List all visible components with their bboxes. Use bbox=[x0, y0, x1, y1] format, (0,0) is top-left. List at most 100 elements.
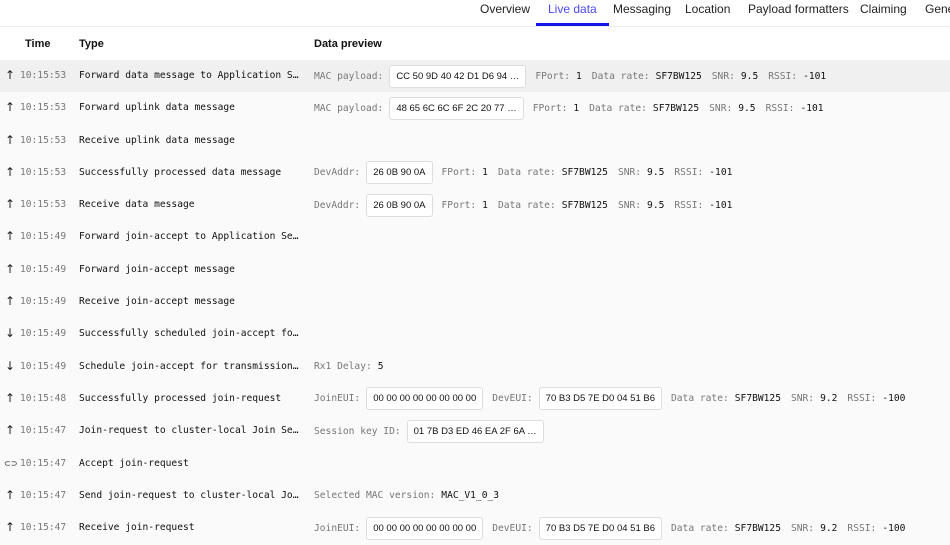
event-type: Forward join-accept to Application Se… bbox=[79, 231, 299, 243]
tab-messaging[interactable]: Messaging bbox=[613, 2, 671, 26]
event-list: ↑ 10:15:53 Forward data message to Appli… bbox=[0, 60, 950, 544]
table-header: Time Type Data preview bbox=[0, 27, 950, 60]
preview-value: -101 bbox=[709, 199, 733, 211]
link-icon: ⊂⊃ bbox=[4, 458, 18, 468]
event-time: 10:15:48 bbox=[20, 392, 67, 404]
arrow-down-icon: ↓ bbox=[5, 358, 16, 373]
column-header-type: Type bbox=[79, 38, 104, 50]
event-row[interactable]: ↑ 10:15:49 Receive join-accept message bbox=[0, 286, 950, 318]
event-time: 10:15:53 bbox=[20, 166, 67, 178]
arrow-up-icon: ↑ bbox=[5, 487, 16, 502]
preview-value-box[interactable]: 01 7B D3 ED 46 EA 2F 6A … bbox=[406, 419, 544, 443]
arrow-up-icon: ↑ bbox=[5, 132, 16, 147]
preview-value: 1 bbox=[576, 70, 582, 82]
preview-value: -100 bbox=[882, 522, 906, 534]
event-time: 10:15:53 bbox=[20, 70, 67, 81]
preview-value-box[interactable]: 26 0B 90 0A bbox=[366, 161, 433, 185]
tab-payload-formatters[interactable]: Payload formatters bbox=[748, 2, 849, 26]
preview-label: JoinEUI: bbox=[314, 522, 361, 534]
preview-value: SF7BW125 bbox=[561, 199, 608, 211]
event-type: Successfully processed data message bbox=[79, 166, 282, 178]
preview-label: RSSI: bbox=[765, 102, 795, 114]
event-type: Receive data message bbox=[79, 199, 195, 211]
tab-location[interactable]: Location bbox=[685, 2, 730, 26]
event-row[interactable]: ↑ 10:15:53 Successfully processed data m… bbox=[0, 157, 950, 189]
event-row[interactable]: ↑ 10:15:47 Send join-request to cluster-… bbox=[0, 480, 950, 512]
event-row[interactable]: ↓ 10:15:49 Schedule join-accept for tran… bbox=[0, 351, 950, 383]
arrow-up-icon: ↑ bbox=[5, 229, 16, 244]
preview-value-box[interactable]: 00 00 00 00 00 00 00 00 bbox=[366, 516, 484, 540]
preview-label: DevEUI: bbox=[492, 522, 533, 534]
preview-label: DevEUI: bbox=[492, 393, 533, 405]
tab-live-data[interactable]: Live data bbox=[536, 2, 609, 26]
preview-label: SNR: bbox=[617, 167, 642, 179]
event-row[interactable]: ↑ 10:15:53 Forward data message to Appli… bbox=[0, 60, 950, 93]
preview-value: -100 bbox=[882, 393, 906, 405]
preview-value: 9.5 bbox=[740, 70, 759, 82]
preview-value-box[interactable]: 70 B3 D5 7E D0 04 51 B6 bbox=[538, 387, 662, 411]
preview-label: MAC payload: bbox=[314, 102, 384, 114]
event-row[interactable]: ↑ 10:15:53 Receive data message DevAddr:… bbox=[0, 189, 950, 221]
preview-label: SNR: bbox=[709, 102, 733, 114]
preview-label: Rx1 Delay: bbox=[314, 361, 372, 373]
preview-value-box[interactable]: 48 65 6C 6C 6F 2C 20 77 … bbox=[389, 96, 524, 120]
preview-value: SF7BW125 bbox=[561, 167, 608, 179]
event-row[interactable]: ⊂⊃ 10:15:47 Accept join-request bbox=[0, 448, 950, 480]
data-preview: Rx1 Delay: 5 bbox=[314, 355, 394, 379]
event-time: 10:15:49 bbox=[20, 263, 67, 275]
preview-label: Session key ID: bbox=[314, 425, 401, 437]
event-time: 10:15:53 bbox=[20, 199, 67, 211]
tab-gene[interactable]: Gene bbox=[925, 2, 950, 26]
preview-value: SF7BW125 bbox=[734, 522, 781, 534]
event-time: 10:15:49 bbox=[20, 231, 67, 243]
preview-value: 1 bbox=[482, 167, 488, 179]
event-row[interactable]: ↑ 10:15:48 Successfully processed join-r… bbox=[0, 383, 950, 415]
data-preview: JoinEUI: 00 00 00 00 00 00 00 00 DevEUI: 70… bbox=[314, 387, 915, 411]
tab-claiming[interactable]: Claiming bbox=[860, 2, 907, 26]
preview-label: Data rate: bbox=[589, 102, 647, 114]
arrow-up-icon: ↑ bbox=[5, 164, 16, 179]
event-row[interactable]: ↑ 10:15:49 Forward join-accept message bbox=[0, 254, 950, 286]
event-type: Accept join-request bbox=[79, 457, 189, 469]
arrow-up-icon: ↑ bbox=[5, 390, 16, 405]
preview-label: SNR: bbox=[617, 199, 642, 211]
event-row[interactable]: ↓ 10:15:49 Successfully scheduled join-a… bbox=[0, 318, 950, 350]
preview-value-box[interactable]: 26 0B 90 0A bbox=[366, 193, 433, 217]
preview-label: Data rate: bbox=[497, 199, 556, 211]
column-header-data-preview: Data preview bbox=[314, 38, 382, 50]
preview-value-box[interactable]: CC 50 9D 40 42 D1 D6 94 … bbox=[389, 64, 527, 88]
preview-label: FPort: bbox=[441, 199, 477, 211]
preview-label: Data rate: bbox=[671, 522, 729, 534]
preview-label: FPort: bbox=[535, 70, 571, 82]
arrow-up-icon: ↑ bbox=[5, 294, 16, 309]
preview-label: SNR: bbox=[790, 522, 815, 534]
preview-value: 9.5 bbox=[647, 167, 665, 179]
preview-value: 9.2 bbox=[820, 393, 838, 405]
event-row[interactable]: ↑ 10:15:47 Receive join-request JoinEUI:… bbox=[0, 512, 950, 544]
arrow-up-icon: ↑ bbox=[5, 423, 16, 438]
event-row[interactable]: ↑ 10:15:47 Join-request to cluster-local… bbox=[0, 415, 950, 447]
arrow-up-icon: ↑ bbox=[5, 100, 16, 115]
event-time: 10:15:49 bbox=[20, 360, 67, 372]
data-preview: DevAddr: 26 0B 90 0A FPort: 1 Data rate: SF7B… bbox=[314, 193, 742, 217]
arrow-down-icon: ↓ bbox=[5, 326, 16, 341]
event-type: Successfully scheduled join-accept fo… bbox=[79, 328, 299, 340]
preview-value-box[interactable]: 70 B3 D5 7E D0 04 51 B6 bbox=[538, 516, 662, 540]
tab-bar: Overview Live data Messaging Location Payloa… bbox=[0, 0, 950, 27]
event-row[interactable]: ↑ 10:15:53 Receive uplink data message bbox=[0, 125, 950, 157]
preview-value: SF7BW125 bbox=[655, 70, 702, 82]
event-type: Forward data message to Application S… bbox=[79, 70, 299, 81]
event-time: 10:15:47 bbox=[20, 457, 67, 469]
tab-overview[interactable]: Overview bbox=[480, 2, 530, 26]
preview-value: SF7BW125 bbox=[734, 393, 781, 405]
event-type: Receive uplink data message bbox=[79, 134, 235, 146]
preview-value: 9.5 bbox=[647, 199, 665, 211]
event-row[interactable]: ↑ 10:15:49 Forward join-accept to Applic… bbox=[0, 221, 950, 253]
preview-value-box[interactable]: 00 00 00 00 00 00 00 00 bbox=[366, 387, 484, 411]
preview-value: MAC_V1_0_3 bbox=[441, 490, 500, 502]
preview-value: -101 bbox=[709, 167, 733, 179]
preview-label: MAC payload: bbox=[314, 70, 384, 82]
data-preview: MAC payload: CC 50 9D 40 42 D1 D6 94 … FPo… bbox=[314, 64, 836, 88]
event-row[interactable]: ↑ 10:15:53 Forward uplink data message M… bbox=[0, 92, 950, 124]
event-type: Forward uplink data message bbox=[79, 102, 235, 114]
